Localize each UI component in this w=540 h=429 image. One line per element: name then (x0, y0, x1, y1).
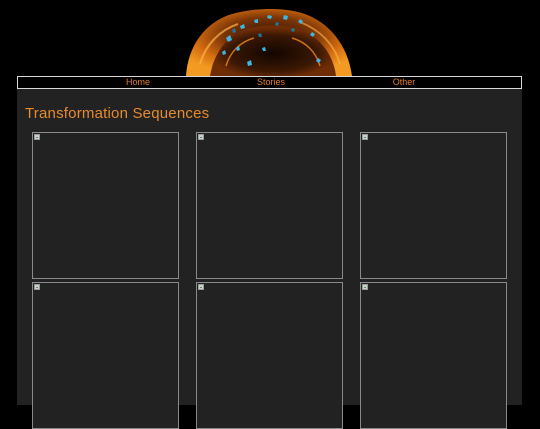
broken-image-icon (362, 134, 368, 140)
site-banner (0, 0, 540, 76)
broken-image-icon (198, 134, 204, 140)
gallery-thumbnail-6[interactable] (360, 282, 507, 429)
nav-stories-link[interactable]: Stories (257, 77, 285, 88)
gallery-thumbnail-3[interactable] (360, 132, 507, 279)
banner-creature-image (186, 8, 352, 76)
page-title: Transformation Sequences (25, 105, 210, 122)
nav-other-link[interactable]: Other (393, 77, 416, 88)
main-nav: Home Stories Other (17, 76, 522, 89)
gallery-thumbnail-2[interactable] (196, 132, 343, 279)
content-panel: Transformation Sequences (17, 89, 522, 429)
broken-image-icon (362, 284, 368, 290)
broken-image-icon (34, 284, 40, 290)
gallery-thumbnail-4[interactable] (32, 282, 179, 429)
gallery-thumbnail-5[interactable] (196, 282, 343, 429)
broken-image-icon (198, 284, 204, 290)
nav-home-link[interactable]: Home (126, 77, 150, 88)
gallery-thumbnail-1[interactable] (32, 132, 179, 279)
broken-image-icon (34, 134, 40, 140)
